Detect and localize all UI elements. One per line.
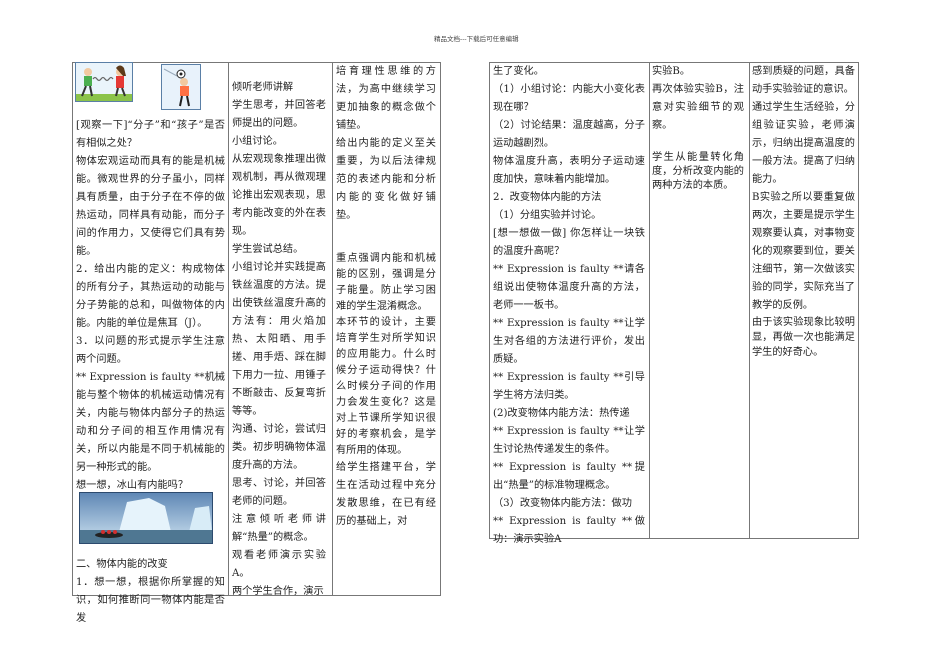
- paragraph: ** Expression is faulty **让学生对各组的方法进行评价，…: [493, 318, 645, 365]
- paragraph: 通过学生生活经验，分组验证实验，老师演示，归纳出提高温度的一般方法。提高了归纳能…: [752, 102, 855, 185]
- column-divider: [649, 63, 650, 538]
- paragraph: （1）小组讨论：内能大小变化表现在哪？: [493, 84, 645, 113]
- section-heading: 二、物体内能的改变: [76, 559, 168, 570]
- paragraph: (2)改变物体内能方法：热传递: [493, 408, 630, 419]
- paragraph: 感到质疑的问题，具备动手实验验证的意识。: [752, 66, 855, 95]
- column-divider: [332, 63, 333, 595]
- paragraph: 3．以问题的形式提示学生注意两个问题。: [76, 336, 225, 365]
- paragraph: ** Expression is faulty **做功：演示实验A: [493, 516, 645, 545]
- paragraph: （3）改变物体内能方法：做功: [493, 498, 632, 509]
- paragraph: 学生从能量转化角度，分析改变内能的两种方法的本质。: [652, 152, 744, 191]
- paragraph: 倾听老师讲解: [232, 82, 294, 93]
- paragraph: （1）分组实验并讨论。: [493, 210, 602, 221]
- column-divider: [228, 63, 229, 595]
- paragraph: 想一想，冰山有内能吗？: [76, 480, 189, 491]
- paragraph: 培育理性思维的方法，为高中继续学习更加抽象的概念做个铺垫。: [336, 66, 436, 131]
- paragraph: ** Expression is faulty **提出“热量”的标准物理概念。: [493, 462, 645, 491]
- paragraph: 两个学生合作，演示: [232, 586, 324, 597]
- paragraph: 由于该实验现象比较明显，再做一次也能满足学生的好奇心。: [752, 317, 855, 358]
- paragraph: 注意倾听老师讲解“热量”的概念。: [232, 514, 326, 543]
- paragraph: ** Expression is faulty **机械能与整个物体的机械运动情…: [76, 372, 225, 473]
- paragraph: 本环节的设计，主要培育学生对所学知识的应用能力。什么时候分子运动得快？什么时候分…: [336, 317, 436, 456]
- paragraph: 生了变化。: [493, 66, 544, 77]
- paragraph: 2．改变物体内能的方法: [493, 192, 602, 203]
- right-col1-content: 生了变化。 （1）小组讨论：内能大小变化表现在哪？ （2）讨论结果：温度越高，分…: [493, 63, 645, 549]
- paragraph: 给出内能的定义至关重要，为以后法律规范的表述内能和分析内能的变化做好铺垫。: [336, 138, 436, 221]
- right-col2-content: 实验B。 再次体验实验B，注意对实验细节的观察。 学生从能量转化角度，分析改变内…: [652, 63, 744, 193]
- paragraph: 从宏观现象推理出微观机制，再从微观理论推出宏观表现，思考内能改变的外在表现。: [232, 154, 326, 237]
- right-col3-content: 感到质疑的问题，具备动手实验验证的意识。 通过学生生活经验，分组验证实验，老师演…: [752, 63, 855, 360]
- paragraph: 沟通、讨论，尝试归类。初步明确物体温度升高的方法。: [232, 424, 326, 471]
- paragraph: 物体温度升高，表明分子运动速度加快，意味着内能增加。: [493, 156, 645, 185]
- left-col2-content: 倾听老师讲解 学生思考，并回答老师提出的问题。 小组讨论。 从宏观现象推理出微观…: [232, 79, 326, 601]
- paragraph: [想一想做一做] 你怎样让一块铁的温度升高呢？: [493, 228, 645, 257]
- football-header-image: [161, 64, 201, 110]
- paragraph: 小组讨论并实践提高铁丝温度的方法。提出使铁丝温度升高的方法有：用火焰加热、太阳晒…: [232, 262, 326, 417]
- column-divider: [749, 63, 750, 538]
- paragraph: ** Expression is faulty **引导学生将方法归类。: [493, 372, 645, 401]
- paragraph: 实验B。: [652, 66, 691, 77]
- paragraph: 给学生搭建平台，学生在活动过程中充分发散思维，在已有经历的基础上，对: [336, 462, 436, 527]
- paragraph: 物体宏观运动而具有的能是机械能。微观世界的分子虽小，同样具有质量，由于分子在不停…: [76, 156, 225, 257]
- paragraph: 观看老师演示实验A。: [232, 550, 326, 579]
- page-header: 精品文档---下载后可任意编辑: [434, 35, 519, 43]
- paragraph: B实验之所以要重复做两次，主要是提示学生观察要认真，对事物变化的观察要到位，要关…: [752, 192, 855, 311]
- paragraph: 学生思考，并回答老师提出的问题。: [232, 100, 326, 129]
- paragraph: 小组讨论。: [232, 136, 283, 147]
- paragraph: 学生尝试总结。: [232, 244, 304, 255]
- paragraph: [观察一下]“分子”和“孩子”是否有相似之处？: [76, 120, 225, 149]
- paragraph: ** Expression is faulty **让学生讨论热传递发生的条件。: [493, 426, 645, 455]
- paragraph: 1．想一想，根据你所掌握的知识，如何推断同一物体内能是否发: [76, 577, 225, 624]
- paragraph: 2．给出内能的定义：构成物体的所有分子，其热运动的动能与分子势能的总和，叫做物体…: [76, 264, 225, 329]
- paragraph: （2）讨论结果：温度越高，分子运动越剧烈。: [493, 120, 645, 149]
- tug-of-war-image: [75, 62, 133, 102]
- paragraph: 重点强调内能和机械能的区别，强调是分子能量。防止学习困难的学生混淆概念。: [336, 253, 436, 312]
- paragraph: 再次体验实验B，注意对实验细节的观察。: [652, 84, 744, 131]
- paragraph: 思考、讨论，并回答老师的问题。: [232, 478, 326, 507]
- left-col3-content: 培育理性思维的方法，为高中继续学习更加抽象的概念做个铺垫。 给出内能的定义至关重…: [336, 63, 436, 531]
- paragraph: ** Expression is faulty **请各组说出使物体温度升高的方…: [493, 264, 645, 311]
- left-col1-content: [观察一下]“分子”和“孩子”是否有相似之处？ 物体宏观运动而具有的能是机械能。…: [76, 117, 225, 628]
